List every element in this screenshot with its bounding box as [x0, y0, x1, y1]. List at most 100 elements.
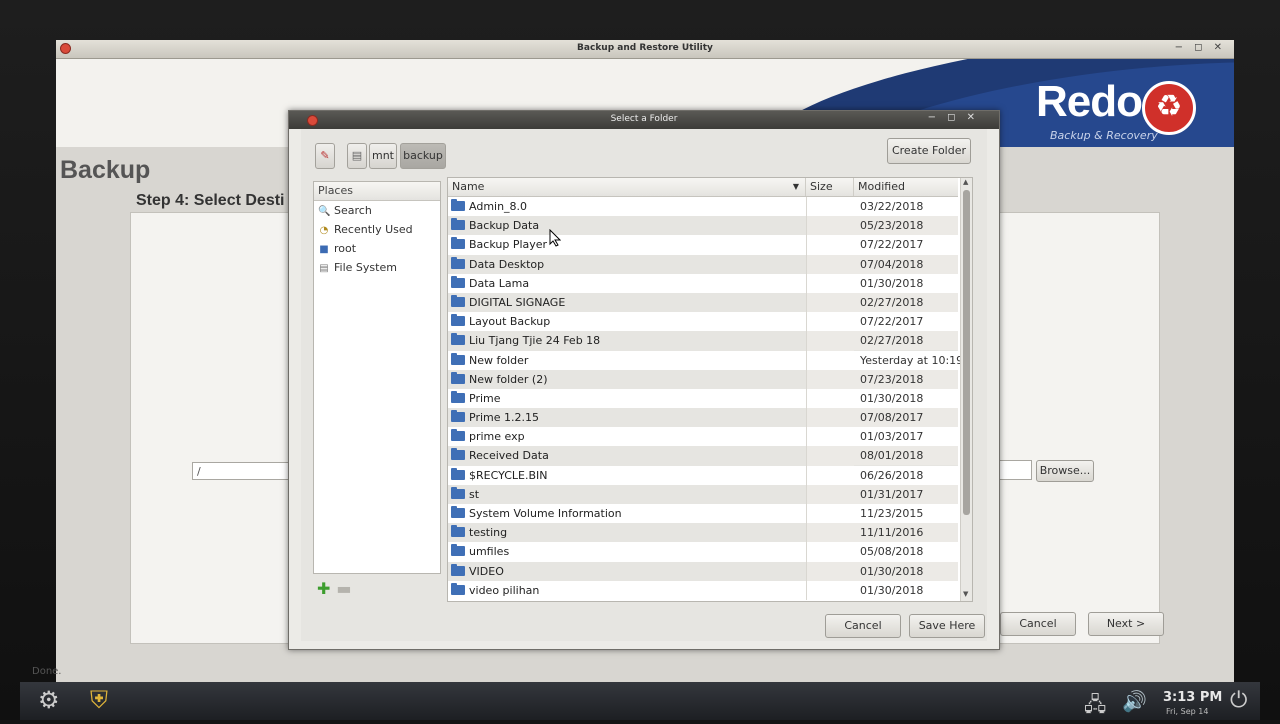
file-row[interactable]: System Volume Information 11/23/2015: [448, 504, 958, 524]
file-name-cell: Data Lama: [448, 274, 809, 293]
path-root-button[interactable]: ▤: [347, 143, 367, 169]
dialog-titlebar: Select a Folder − ◻ ✕: [289, 111, 999, 129]
path-button-backup[interactable]: backup: [400, 143, 446, 169]
volume-icon[interactable]: 🔊: [1122, 689, 1147, 713]
file-row[interactable]: Data Desktop 07/04/2018: [448, 254, 958, 274]
file-row[interactable]: st 01/31/2017: [448, 484, 958, 504]
column-header-size[interactable]: Size: [806, 178, 854, 196]
file-name: Backup Data: [469, 219, 540, 233]
file-name: Admin_8.0: [469, 200, 528, 213]
save-here-button[interactable]: Save Here: [909, 614, 985, 638]
place-item-recently-used[interactable]: ◔ Recently Used: [314, 220, 440, 239]
file-row[interactable]: DIGITAL SIGNAGE 02/27/2018: [448, 292, 958, 313]
file-modified: 07/08/2017: [854, 408, 958, 428]
file-name: Data Lama: [469, 276, 530, 290]
file-modified: 01/31/2017: [854, 484, 958, 504]
file-row[interactable]: Liu Tjang Tjie 24 Feb 18 02/27/2018: [448, 331, 958, 351]
file-row[interactable]: Prime 1.2.15 07/08/2017: [448, 408, 958, 428]
file-name: prime exp: [469, 430, 525, 444]
file-name: System Volume Information: [469, 507, 622, 520]
file-row[interactable]: Received Data 08/01/2018: [448, 446, 958, 466]
file-row[interactable]: Prime 01/30/2018: [448, 388, 958, 409]
file-modified: 07/23/2018: [854, 369, 958, 389]
folder-icon: [451, 218, 465, 231]
power-icon[interactable]: ⏻: [1230, 688, 1247, 713]
file-size-cell: [806, 273, 854, 293]
path-button-mnt[interactable]: mnt: [369, 143, 397, 169]
file-row[interactable]: Layout Backup 07/22/2017: [448, 312, 958, 332]
file-name-cell: prime exp: [448, 427, 809, 446]
folder-icon: [451, 314, 465, 327]
recent-icon: ◔: [319, 225, 329, 236]
app-cancel-button[interactable]: Cancel: [1000, 612, 1076, 636]
select-folder-dialog: Select a Folder − ◻ ✕ ✎ ▤ mnt backup Cre…: [288, 110, 1000, 650]
app-window-title: Backup and Restore Utility: [577, 43, 713, 53]
file-modified: 01/30/2018: [860, 583, 924, 597]
app-window-controls[interactable]: − ◻ ✕: [1175, 42, 1226, 53]
file-row[interactable]: $RECYCLE.BIN 06/26/2018: [448, 465, 958, 485]
file-size-cell: [806, 580, 854, 600]
edit-path-button[interactable]: ✎: [315, 143, 335, 169]
file-row[interactable]: New folder Yesterday at 10:19: [448, 350, 964, 370]
file-name-cell: Liu Tjang Tjie 24 Feb 18: [448, 331, 809, 350]
file-name-cell: testing: [448, 523, 809, 542]
dialog-cancel-button[interactable]: Cancel: [825, 614, 901, 638]
file-list-scrollbar[interactable]: ▲ ▼: [960, 178, 972, 601]
section-title: Backup: [60, 156, 151, 184]
file-row[interactable]: Admin_8.0 03/22/2018: [448, 197, 958, 217]
file-row[interactable]: testing 11/11/2016: [448, 523, 958, 543]
dialog-window-controls[interactable]: − ◻ ✕: [928, 112, 979, 123]
places-header: Places: [314, 182, 440, 201]
file-row[interactable]: prime exp 01/03/2017: [448, 427, 958, 447]
redo-shield-icon[interactable]: ⛨: [90, 686, 108, 714]
destination-path-input[interactable]: /: [192, 462, 302, 480]
dialog-body: ✎ ▤ mnt backup Create Folder Places 🔍 Sea…: [301, 129, 987, 641]
file-name-cell: Received Data: [448, 446, 809, 465]
folder-icon: [451, 256, 465, 269]
place-label: root: [334, 242, 357, 255]
remove-bookmark-icon[interactable]: ▬: [336, 579, 351, 598]
file-row[interactable]: Backup Data 05/23/2018: [448, 216, 958, 236]
folder-icon: [451, 544, 465, 557]
file-modified: 08/01/2018: [854, 446, 958, 466]
redo-logo-text: Redo: [1036, 77, 1143, 126]
file-name-cell: Prime: [448, 389, 809, 408]
place-item-search[interactable]: 🔍 Search: [314, 201, 440, 220]
browse-button[interactable]: Browse...: [1036, 460, 1094, 482]
scroll-down-icon[interactable]: ▼: [963, 590, 968, 598]
file-row[interactable]: umfiles 05/08/2018: [448, 542, 958, 562]
network-icon[interactable]: 🖧: [1084, 690, 1106, 724]
file-modified: 01/30/2018: [860, 276, 924, 290]
file-modified: 07/22/2017: [860, 238, 924, 252]
dialog-title: Select a Folder: [610, 114, 678, 124]
file-size-cell: [806, 216, 854, 236]
place-item-root[interactable]: ■ root: [314, 239, 440, 258]
file-size-cell: [806, 561, 854, 581]
column-header-modified[interactable]: Modified: [854, 178, 958, 196]
file-row[interactable]: video pilihan 01/30/2018: [448, 580, 958, 600]
file-size-cell: [806, 465, 854, 485]
file-name: Received Data: [469, 449, 549, 463]
file-size-cell: [806, 523, 854, 543]
settings-gear-icon[interactable]: ⚙: [38, 686, 60, 714]
clock-date: Fri, Sep 14: [1166, 707, 1209, 716]
column-header-name[interactable]: Name ▼: [448, 178, 806, 196]
file-modified: Yesterday at 10:19: [860, 353, 964, 367]
file-row[interactable]: Data Lama 01/30/2018: [448, 273, 958, 293]
taskbar: ⚙ ⛨ 🖧 🔊 3:13 PM Fri, Sep 14 ⏻: [20, 682, 1260, 720]
scrollbar-thumb[interactable]: [963, 190, 970, 515]
add-bookmark-icon[interactable]: ✚: [317, 579, 330, 598]
file-row[interactable]: Backup Player 07/22/2017: [448, 235, 958, 255]
file-list-header: Name ▼ Size Modified: [448, 178, 958, 197]
file-name-cell: New folder: [448, 351, 809, 370]
next-button[interactable]: Next >: [1088, 612, 1164, 636]
column-header-name-label: Name: [452, 180, 485, 193]
create-folder-button[interactable]: Create Folder: [887, 138, 971, 164]
file-row[interactable]: VIDEO 01/30/2018: [448, 561, 958, 581]
scroll-up-icon[interactable]: ▲: [963, 178, 968, 186]
file-row[interactable]: New folder (2) 07/23/2018: [448, 369, 958, 389]
file-size-cell: [806, 427, 854, 447]
folder-icon: [451, 371, 465, 384]
place-item-file-system[interactable]: ▤ File System: [314, 258, 440, 277]
file-name-cell: Data Desktop: [448, 255, 809, 274]
